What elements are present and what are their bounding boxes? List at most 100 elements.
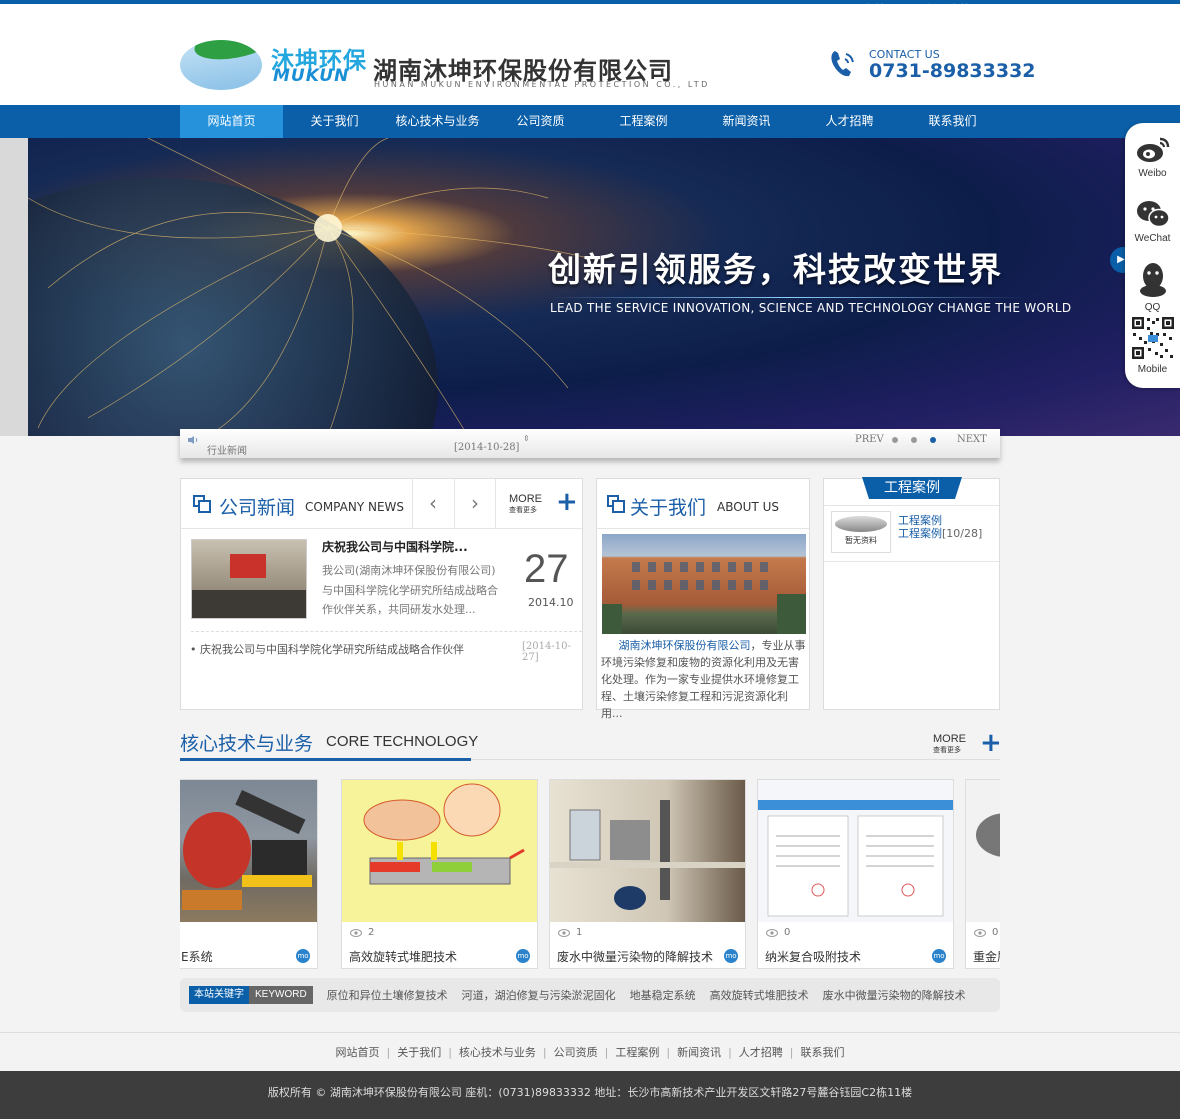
case-thumbnail[interactable]: 暂无资料: [831, 511, 891, 553]
eye-icon: [974, 928, 986, 937]
social-sidebar: Weibo WeChat QQ Mobile: [1125, 123, 1180, 388]
ticker-dot-1[interactable]: [892, 437, 898, 443]
ticker-dot-3-active[interactable]: [930, 437, 936, 443]
core-carousel: E系统 mo 2 高效旋转式堆肥技术 mo 1 废水中微量污染物的降解技术 mo…: [180, 779, 1000, 970]
more-badge[interactable]: mo: [516, 949, 530, 963]
phone-icon: [831, 51, 854, 77]
mobile-qr-button[interactable]: Mobile: [1125, 315, 1180, 375]
eye-icon: [558, 928, 570, 937]
wechat-button[interactable]: WeChat: [1125, 198, 1180, 244]
banner-subtitle: LEAD THE SERVICE INNOVATION, SCIENCE AND…: [550, 301, 1072, 315]
core-card[interactable]: 0 重金属: [965, 779, 1000, 969]
more-badge[interactable]: mo: [724, 949, 738, 963]
separator: |: [604, 1046, 609, 1059]
news-ticker: 行业新闻 [2014-10-28] ⇕ PREV NEXT: [180, 429, 1000, 458]
nav-item[interactable]: 网站首页: [180, 105, 283, 138]
nav-item[interactable]: 关于我们: [283, 105, 386, 138]
ticker-category[interactable]: 行业新闻: [207, 442, 247, 457]
nav-item[interactable]: 工程案例: [592, 105, 695, 138]
eye-icon: [350, 928, 362, 937]
core-card-name: 纳米复合吸附技术: [765, 950, 862, 964]
separator: |: [386, 1046, 391, 1059]
nav-item[interactable]: 新闻资讯: [695, 105, 798, 138]
core-card-image: [342, 780, 537, 922]
banner-title: 创新引领服务，科技改变世界: [548, 250, 1003, 289]
banner-left-edge: [0, 138, 28, 436]
qq-icon: [1139, 263, 1166, 297]
case-link-2[interactable]: 工程案例[10/28]: [898, 525, 982, 541]
view-count: 0: [766, 927, 790, 938]
core-card[interactable]: E系统 mo: [180, 779, 318, 969]
ticker-dot-2[interactable]: [911, 437, 917, 443]
more-badge[interactable]: mo: [932, 949, 946, 963]
footer-copyright: 版权所有 © 湖南沐坤环保股份有限公司 座机：(0731)89833332 地址…: [0, 1071, 1180, 1119]
footer-link[interactable]: 网站首页: [335, 1046, 379, 1059]
core-card-image: [180, 780, 317, 922]
weibo-button[interactable]: Weibo: [1125, 133, 1180, 179]
ticker-prev-button[interactable]: PREV: [855, 434, 884, 445]
keyword-link[interactable]: 高效旋转式堆肥技术: [710, 987, 809, 1003]
divider: [191, 631, 582, 632]
about-company-link[interactable]: 湖南沐坤环保股份有限公司: [618, 639, 750, 652]
qr-code-icon: [1129, 315, 1176, 361]
plus-icon[interactable]: +: [980, 728, 1002, 758]
footer-link[interactable]: 公司资质: [554, 1046, 598, 1059]
keyword-link[interactable]: 废水中微量污染物的降解技术: [823, 987, 966, 1003]
news-prev-button[interactable]: ‹: [412, 479, 453, 528]
news-featured-title[interactable]: 庆祝我公司与中国科学院...: [322, 538, 468, 555]
keyword-link[interactable]: 地基稳定系统: [630, 987, 696, 1003]
about-building-image[interactable]: [602, 534, 806, 634]
about-panel: 关于我们 ABOUT US 湖南沐坤环保股份有限公司，专业从事环境污染修复和废物…: [596, 478, 810, 720]
core-card-image: [550, 780, 745, 922]
building-graphic: [602, 562, 806, 634]
site-header: 沐坤环保 MUKUN 湖南沐坤环保股份有限公司 HUNAN MUKUN ENVI…: [0, 4, 1180, 105]
weibo-icon: [1136, 137, 1169, 162]
footer-link[interactable]: 人才招聘: [739, 1046, 783, 1059]
speaker-icon: [188, 436, 198, 444]
separator: |: [666, 1046, 671, 1059]
qq-button[interactable]: QQ: [1125, 261, 1180, 313]
nav-item[interactable]: 人才招聘: [798, 105, 901, 138]
nav-item[interactable]: 联系我们: [901, 105, 1004, 138]
keyword-link[interactable]: 原位和异位土壤修复技术: [327, 987, 448, 1003]
cases-header: 工程案例: [824, 477, 999, 506]
cases-title: 工程案例: [862, 477, 962, 499]
keyword-link[interactable]: 河道，湖泊修复与污染淤泥固化: [462, 987, 616, 1003]
about-title: 关于我们: [630, 497, 707, 519]
about-title-en: ABOUT US: [717, 500, 780, 514]
core-card[interactable]: 1 废水中微量污染物的降解技术 mo: [549, 779, 746, 969]
news-next-button[interactable]: ›: [454, 479, 495, 528]
ticker-sort-icon[interactable]: ⇕: [523, 434, 530, 443]
case-logo-placeholder: [835, 516, 887, 532]
cases-panel: 工程案例 暂无资料 工程案例 工程案例[10/28]: [823, 477, 1000, 710]
core-card[interactable]: 2 高效旋转式堆肥技术 mo: [341, 779, 538, 969]
keywords-bar: 本站关键字 KEYWORD 原位和异位土壤修复技术 河道，湖泊修复与污染淤泥固化地…: [180, 978, 1000, 1012]
logo-mark[interactable]: [180, 40, 262, 90]
core-divider-accent: [180, 758, 471, 761]
view-count: 2: [350, 927, 374, 938]
news-featured-image[interactable]: [191, 539, 307, 619]
news-list-item[interactable]: • 庆祝我公司与中国科学院化学研究所结成战略合作伙伴: [190, 641, 464, 657]
footer-link[interactable]: 新闻资讯: [677, 1046, 721, 1059]
core-card-name: 高效旋转式堆肥技术: [349, 950, 458, 964]
core-card[interactable]: 0 纳米复合吸附技术 mo: [757, 779, 954, 969]
nav-items: 网站首页 关于我们 核心技术与业务 公司资质 工程案例 新闻资讯 人才招聘 联系我们: [180, 105, 1004, 138]
separator: |: [542, 1046, 547, 1059]
nav-item[interactable]: 公司资质: [489, 105, 592, 138]
nav-item[interactable]: 核心技术与业务: [386, 105, 489, 138]
footer-nav: 网站首页 | 关于我们 | 核心技术与业务 | 公司资质 | 工程案例 | 新闻资讯 | 人才招聘 | 联系…: [0, 1044, 1180, 1060]
about-header: 关于我们 ABOUT US: [597, 479, 809, 529]
more-badge[interactable]: mo: [296, 949, 310, 963]
footer-link[interactable]: 关于我们: [397, 1046, 441, 1059]
footer-link[interactable]: 联系我们: [801, 1046, 845, 1059]
footer-link[interactable]: 工程案例: [615, 1046, 659, 1059]
core-card-name: 废水中微量污染物的降解技术: [557, 950, 714, 964]
company-news-header: 公司新闻 COMPANY NEWS ‹ › MORE 查看更多 +: [181, 479, 582, 529]
news-more-button[interactable]: MORE 查看更多 +: [495, 479, 583, 528]
ticker-next-button[interactable]: NEXT: [957, 434, 987, 445]
divider: [824, 561, 999, 562]
footer-link[interactable]: 核心技术与业务: [459, 1046, 536, 1059]
core-more-button[interactable]: MORE 查看更多: [933, 731, 966, 755]
company-news-title: 公司新闻: [219, 497, 296, 519]
footer-divider: [0, 1032, 1180, 1033]
